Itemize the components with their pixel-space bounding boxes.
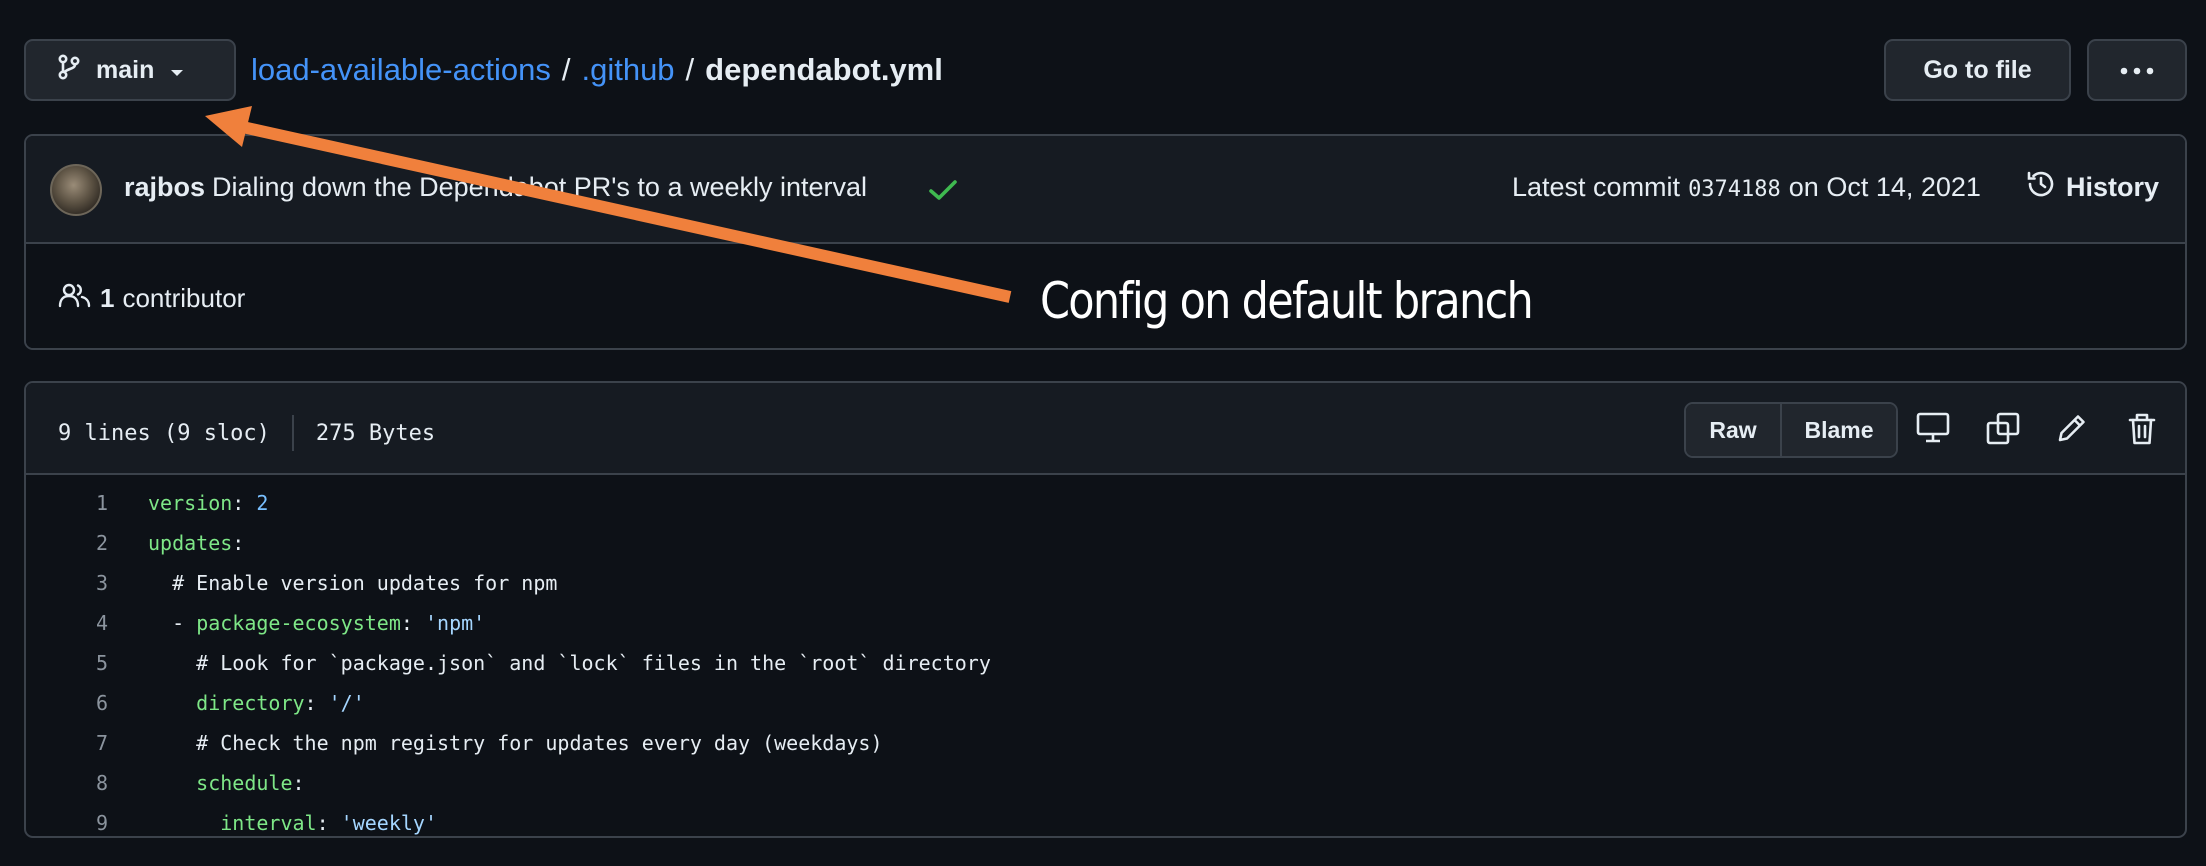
line-number[interactable]: 1 — [26, 491, 108, 515]
history-icon — [2026, 169, 2056, 206]
code-token-indent — [148, 691, 196, 715]
file-view-button-group: Raw Blame — [1684, 402, 1898, 458]
code-token-sep: : — [400, 611, 425, 635]
more-options-button[interactable] — [2087, 39, 2187, 101]
code-text: # Look for `package.json` and `lock` fil… — [148, 651, 991, 675]
page: main load-available-actions / .github / … — [0, 0, 2206, 866]
branch-name: main — [96, 55, 155, 84]
code-token-indent — [148, 611, 172, 635]
meta-divider — [291, 415, 294, 451]
breadcrumb-separator: / — [685, 52, 695, 87]
code-token-val: 'weekly' — [340, 811, 437, 835]
code-token-val: '/' — [328, 691, 365, 715]
file-size: 275 Bytes — [315, 420, 436, 446]
code-line: 2 updates: — [26, 523, 2185, 563]
line-number[interactable]: 5 — [26, 651, 108, 675]
go-to-file-button[interactable]: Go to file — [1884, 39, 2071, 101]
git-branch-icon — [58, 53, 80, 87]
code-token-key: updates — [148, 531, 233, 555]
commit-row: rajbos Dialing down the Dependabot PR's … — [26, 136, 2185, 244]
annotation-label: Config on default branch — [1040, 272, 1534, 330]
line-number[interactable]: 4 — [26, 611, 108, 635]
code-token-indent — [148, 771, 196, 795]
code-text: - package-ecosystem: 'npm' — [148, 611, 485, 635]
code-line: 6 directory: '/' — [26, 683, 2185, 723]
contributor-count: 1 — [100, 282, 115, 313]
code-line: 8 schedule: — [26, 763, 2185, 803]
file-meta: 9 lines (9 sloc) 275 Bytes — [58, 415, 435, 451]
code-token-sep: : — [304, 691, 329, 715]
history-link[interactable]: History — [2026, 169, 2159, 206]
code-token-key: package-ecosystem — [196, 611, 401, 635]
history-label: History — [2066, 172, 2160, 202]
branch-selector-button[interactable]: main — [24, 39, 236, 101]
code-token-sep: : — [316, 811, 341, 835]
chevron-down-icon — [170, 56, 184, 85]
breadcrumb-repo-link[interactable]: load-available-actions — [251, 52, 551, 88]
code-token-key: schedule — [196, 771, 293, 795]
code-text: updates: — [148, 531, 244, 555]
code-text: version: 2 — [148, 491, 268, 515]
code-token-key: version — [148, 491, 233, 515]
code-text: schedule: — [148, 771, 305, 795]
line-number[interactable]: 8 — [26, 771, 108, 795]
blame-button[interactable]: Blame — [1782, 404, 1896, 456]
avatar[interactable] — [50, 164, 102, 216]
breadcrumb-separator: / — [561, 52, 571, 87]
line-number[interactable]: 2 — [26, 531, 108, 555]
file-viewer: 9 lines (9 sloc) 275 Bytes Raw Blame 1 v… — [24, 381, 2187, 838]
breadcrumb-folder-link[interactable]: .github — [581, 52, 674, 88]
line-number[interactable]: 3 — [26, 571, 108, 595]
code-text: interval: 'weekly' — [148, 811, 437, 835]
code-token-comment: # Check the npm registry for updates eve… — [196, 731, 883, 755]
code-token-comment: # Enable version updates for npm — [172, 571, 558, 595]
line-number[interactable]: 7 — [26, 731, 108, 755]
check-icon[interactable] — [928, 178, 958, 207]
kebab-horizontal-icon — [2120, 63, 2154, 78]
contributor-label: contributor — [122, 282, 246, 313]
code-text: # Check the npm registry for updates eve… — [148, 731, 883, 755]
commit-author-link[interactable]: rajbos — [124, 172, 205, 203]
breadcrumb-current-file: dependabot.yml — [705, 52, 943, 87]
code-token-indent — [148, 731, 196, 755]
latest-commit-info: Latest commit 0374188 on Oct 14, 2021 — [1512, 172, 1981, 203]
pencil-icon[interactable] — [2056, 412, 2088, 449]
file-line-count: 9 lines (9 sloc) — [58, 420, 270, 446]
desktop-icon[interactable] — [1916, 412, 1950, 449]
trash-icon[interactable] — [2128, 412, 2156, 451]
code-view[interactable]: 1 version: 2 2 updates: 3 # Enable version u… — [26, 475, 2185, 836]
code-token-key: interval — [220, 811, 317, 835]
code-token-sep: : — [292, 771, 305, 795]
file-header: 9 lines (9 sloc) 275 Bytes Raw Blame — [26, 383, 2185, 475]
code-line: 7 # Check the npm registry for updates e… — [26, 723, 2185, 763]
code-token-indent — [148, 571, 172, 595]
code-token-sep: : — [232, 491, 257, 515]
code-text: # Enable version updates for npm — [148, 571, 557, 595]
code-token-indent — [148, 811, 220, 835]
code-token-sep: : — [232, 531, 245, 555]
code-token-val: 2 — [256, 491, 269, 515]
copy-icon[interactable] — [1986, 412, 2020, 451]
code-line: 4 - package-ecosystem: 'npm' — [26, 603, 2185, 643]
commit-date: on Oct 14, 2021 — [1788, 172, 1981, 202]
code-text: directory: '/' — [148, 691, 365, 715]
line-number[interactable]: 6 — [26, 691, 108, 715]
code-token-dash: - — [172, 611, 197, 635]
latest-commit-label: Latest commit — [1512, 172, 1681, 202]
code-token-key: directory — [196, 691, 305, 715]
people-icon — [58, 282, 92, 315]
commit-message-link[interactable]: Dialing down the Dependabot PR's to a we… — [212, 172, 867, 203]
line-number[interactable]: 9 — [26, 811, 108, 835]
raw-button[interactable]: Raw — [1686, 404, 1782, 456]
code-token-comment: # Look for `package.json` and `lock` fil… — [196, 651, 991, 675]
code-line: 9 interval: 'weekly' — [26, 803, 2185, 836]
code-line: 3 # Enable version updates for npm — [26, 563, 2185, 603]
code-token-indent — [148, 651, 196, 675]
code-line: 1 version: 2 — [26, 483, 2185, 523]
code-line: 5 # Look for `package.json` and `lock` f… — [26, 643, 2185, 683]
code-token-val: 'npm' — [424, 611, 486, 635]
breadcrumb: load-available-actions / .github / depen… — [251, 50, 943, 90]
commit-sha-link[interactable]: 0374188 — [1688, 177, 1781, 202]
